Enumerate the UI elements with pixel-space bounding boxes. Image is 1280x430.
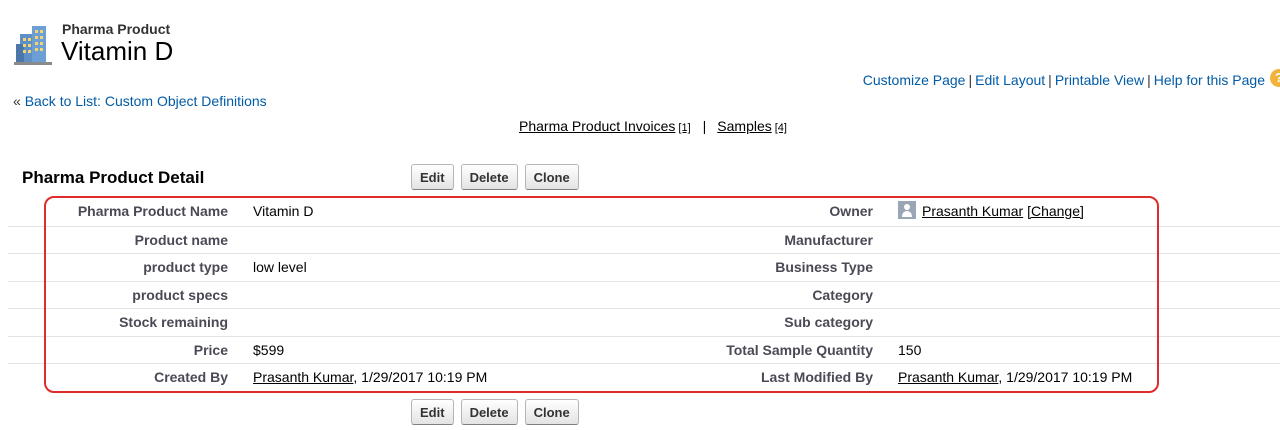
user-avatar-icon <box>898 201 916 220</box>
field-label: Product name <box>134 231 228 248</box>
customize-page-link[interactable]: Customize Page <box>863 72 966 88</box>
help-link[interactable]: Help for this Page <box>1154 72 1265 88</box>
samples-count: [4] <box>774 122 787 134</box>
edit-button[interactable]: Edit <box>411 399 454 425</box>
field-label: Category <box>812 286 873 303</box>
field-label: Manufacturer <box>784 231 873 248</box>
printable-view-link[interactable]: Printable View <box>1055 72 1144 88</box>
detail-table: Pharma Product Name Vitamin D Owner Pras… <box>8 199 1280 391</box>
field-label: product type <box>143 259 228 275</box>
detail-row: product type low level Business Type <box>8 254 1280 282</box>
building-icon <box>14 24 52 66</box>
clone-button[interactable]: Clone <box>524 399 579 425</box>
invoices-count: [1] <box>678 122 691 134</box>
back-to-list-link[interactable]: Back to List: Custom Object Definitions <box>25 93 267 109</box>
created-by-link[interactable]: Prasanth Kumar <box>253 369 353 385</box>
field-label: Stock remaining <box>119 314 228 330</box>
field-label: Business Type <box>775 259 873 275</box>
back-prefix: « <box>13 93 21 109</box>
last-modified-by-link[interactable]: Prasanth Kumar <box>898 369 998 385</box>
field-label: product specs <box>132 286 228 303</box>
page-links: Customize Page | Edit Layout | Printable Vie… <box>862 72 1265 88</box>
related-list-links: Pharma Product Invoices [1] | Samples [4] <box>519 118 787 134</box>
field-label: Sub category <box>784 314 873 330</box>
field-label: Last Modified By <box>760 369 873 385</box>
related-link-samples[interactable]: Samples <box>717 118 771 134</box>
field-label: Total Sample Quantity <box>726 341 873 358</box>
edit-layout-link[interactable]: Edit Layout <box>975 72 1045 88</box>
related-link-invoices[interactable]: Pharma Product Invoices <box>519 118 675 134</box>
field-value: $599 <box>253 341 285 358</box>
detail-row: Price $599 Total Sample Quantity 150 <box>8 337 1280 364</box>
edit-button[interactable]: Edit <box>411 164 454 190</box>
field-value: 150 <box>898 341 922 358</box>
detail-row: Product name Manufacturer <box>8 227 1280 254</box>
help-icon[interactable]: ? <box>1270 69 1280 87</box>
owner-link[interactable]: Prasanth Kumar <box>922 203 1023 219</box>
detail-row: Created By Prasanth Kumar, 1/29/2017 10:… <box>8 364 1280 391</box>
delete-button[interactable]: Delete <box>460 164 518 190</box>
delete-button[interactable]: Delete <box>460 399 518 425</box>
clone-button[interactable]: Clone <box>524 164 579 190</box>
created-by-field: Prasanth Kumar, 1/29/2017 10:19 PM <box>253 369 488 385</box>
field-label: Created By <box>154 369 228 385</box>
owner-field: Prasanth Kumar [Change] <box>898 201 1084 221</box>
detail-buttons-bottom: Edit Delete Clone <box>411 399 579 425</box>
page-title: Vitamin D <box>61 36 174 66</box>
field-label: Price <box>193 341 228 358</box>
field-value: low level <box>253 259 307 275</box>
object-type-label: Pharma Product <box>62 21 171 37</box>
back-to-list: « Back to List: Custom Object Definition… <box>13 93 267 109</box>
field-label: Owner <box>829 203 873 219</box>
field-value: Vitamin D <box>253 203 314 219</box>
detail-buttons-top: Edit Delete Clone <box>411 164 579 190</box>
detail-section-title: Pharma Product Detail <box>22 168 205 187</box>
detail-row: product specs Category <box>8 282 1280 309</box>
last-modified-field: Prasanth Kumar, 1/29/2017 10:19 PM <box>898 369 1133 385</box>
detail-row: Pharma Product Name Vitamin D Owner Pras… <box>8 199 1280 227</box>
detail-row: Stock remaining Sub category <box>8 309 1280 337</box>
change-owner-link[interactable]: [Change] <box>1027 203 1084 219</box>
field-label: Pharma Product Name <box>77 203 228 219</box>
